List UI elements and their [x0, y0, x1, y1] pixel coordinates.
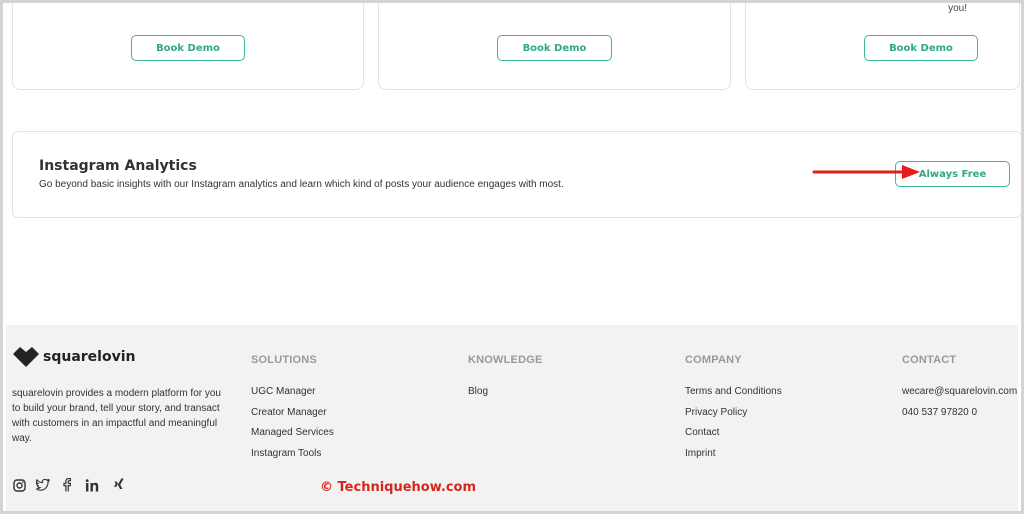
footer-link-managed-services[interactable]: Managed Services: [251, 427, 334, 448]
heart-logo-icon: [13, 347, 39, 367]
instagram-icon[interactable]: [12, 478, 26, 492]
linkedin-icon[interactable]: [84, 478, 102, 492]
footer-link-contact[interactable]: Contact: [685, 427, 782, 448]
footer-link-terms[interactable]: Terms and Conditions: [685, 386, 782, 407]
company-heading: COMPANY: [685, 354, 742, 366]
solutions-heading: SOLUTIONS: [251, 354, 317, 366]
footer-link-privacy[interactable]: Privacy Policy: [685, 407, 782, 428]
site-footer: squarelovin squarelovin provides a moder…: [6, 325, 1018, 511]
book-demo-button[interactable]: Book Demo: [864, 35, 978, 61]
contact-email-link[interactable]: wecare@squarelovin.com: [902, 386, 1017, 407]
footer-link-blog[interactable]: Blog: [468, 386, 488, 407]
contact-details: wecare@squarelovin.com 040 537 97820 0: [902, 386, 1017, 427]
card-note: you!: [948, 3, 967, 14]
panel-description: Go beyond basic insights with our Instag…: [39, 179, 564, 190]
pricing-card-2: Book Demo: [378, 0, 731, 90]
red-arrow-annotation: [812, 165, 920, 179]
footer-link-imprint[interactable]: Imprint: [685, 448, 782, 469]
brand-logo[interactable]: squarelovin: [13, 347, 135, 367]
social-links: [12, 478, 126, 492]
footer-link-ugc-manager[interactable]: UGC Manager: [251, 386, 334, 407]
footer-link-instagram-tools[interactable]: Instagram Tools: [251, 448, 334, 469]
contact-heading: CONTACT: [902, 354, 957, 366]
knowledge-links: Blog: [468, 386, 488, 407]
book-demo-button[interactable]: Book Demo: [497, 35, 612, 61]
brand-about-text: squarelovin provides a modern platform f…: [12, 388, 221, 444]
pricing-card-1: Book Demo: [12, 0, 364, 90]
twitter-icon[interactable]: [36, 478, 50, 492]
facebook-icon[interactable]: [60, 478, 74, 492]
brand-name: squarelovin: [43, 349, 136, 365]
company-links: Terms and Conditions Privacy Policy Cont…: [685, 386, 782, 468]
footer-link-creator-manager[interactable]: Creator Manager: [251, 407, 334, 428]
xing-icon[interactable]: [112, 478, 126, 492]
contact-phone[interactable]: 040 537 97820 0: [902, 407, 1017, 428]
book-demo-button[interactable]: Book Demo: [131, 35, 245, 61]
solutions-links: UGC Manager Creator Manager Managed Serv…: [251, 386, 334, 468]
pricing-card-3: you! Book Demo: [745, 0, 1020, 90]
knowledge-heading: KNOWLEDGE: [468, 354, 543, 366]
panel-title: Instagram Analytics: [39, 158, 197, 174]
watermark: © Techniquehow.com: [320, 480, 477, 495]
